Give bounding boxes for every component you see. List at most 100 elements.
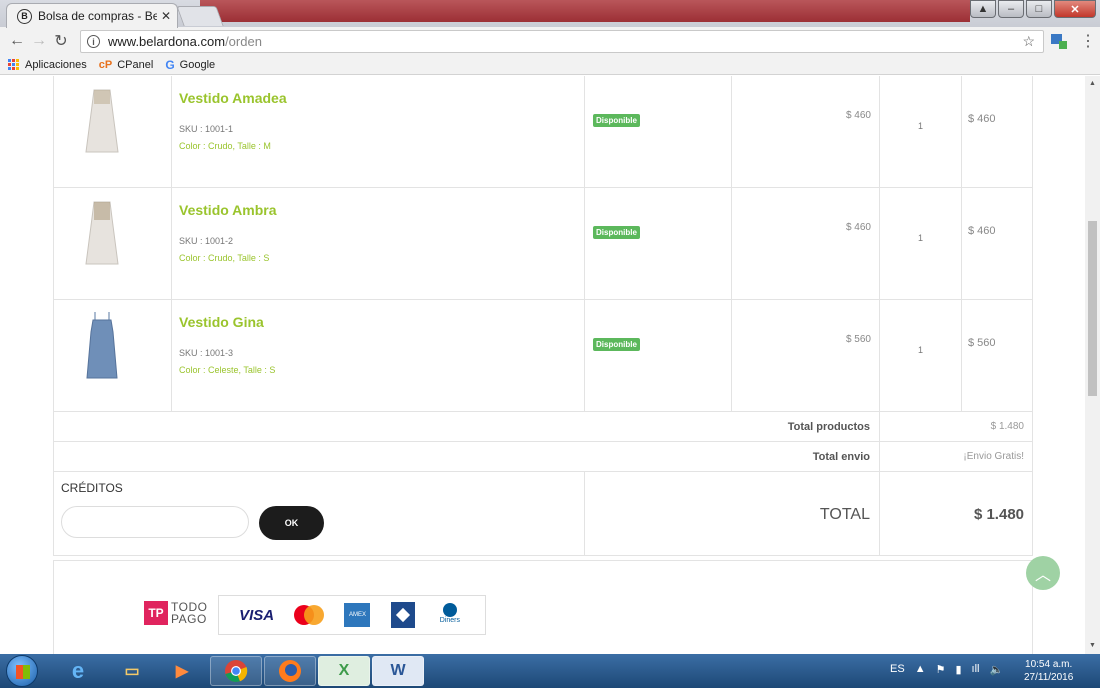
tab-bolsa-de-compras[interactable]: B Bolsa de compras - Belar ✕ — [6, 3, 178, 28]
todopago-line2: PAGO — [171, 612, 207, 626]
cpanel-icon: cP — [98, 58, 113, 71]
url-path: /orden — [225, 34, 262, 49]
product-name-link[interactable]: Vestido Ambra — [179, 202, 584, 218]
taskbar-clock[interactable]: 10:54 a.m. 27/11/2016 — [1024, 658, 1073, 684]
tray-expand-icon[interactable]: ▲ — [915, 663, 926, 676]
quantity-cell: 1 — [880, 76, 962, 187]
network-signal-icon[interactable]: ıll — [972, 663, 980, 676]
cart-item-row: Vestido Gina SKU : 1001-3 Color : Celest… — [54, 300, 1032, 412]
clock-time: 10:54 a.m. — [1025, 659, 1073, 670]
chrome-taskbar-icon[interactable] — [210, 656, 262, 686]
scroll-down-arrow-icon[interactable]: ▼ — [1089, 642, 1096, 649]
quantity-value[interactable]: 1 — [880, 121, 961, 131]
product-image-dress[interactable] — [82, 310, 122, 380]
product-image-cell — [54, 188, 172, 299]
product-sku: SKU : 1001-2 — [179, 236, 234, 246]
quantity-value[interactable]: 1 — [880, 345, 961, 355]
todopago-mark-icon: TP — [144, 601, 168, 625]
volume-icon[interactable]: 🔈 — [989, 663, 1003, 676]
media-player-icon[interactable]: ▶ — [156, 656, 208, 686]
action-center-icon[interactable]: ⚑ — [936, 663, 946, 676]
start-button[interactable] — [6, 655, 38, 687]
availability-badge: Disponible — [593, 338, 640, 351]
availability-badge: Disponible — [593, 114, 640, 127]
profile-icon[interactable]: ▲ — [970, 0, 996, 18]
product-sku: SKU : 1001-3 — [179, 348, 234, 358]
belardona-favicon-icon: B — [17, 8, 32, 24]
total-products-value: $ 1.480 — [990, 421, 1024, 432]
bookmark-apps[interactable]: Aplicaciones — [8, 58, 87, 71]
forward-arrow-icon[interactable]: → — [28, 32, 50, 50]
close-window-button[interactable]: ✕ — [1054, 0, 1096, 18]
product-image-cell — [54, 300, 172, 411]
tab-title: Bolsa de compras - Belar — [38, 9, 157, 23]
window-controls: ▲ – □ ✕ — [970, 0, 1096, 18]
scrollbar-thumb[interactable] — [1088, 221, 1097, 396]
extension-icon[interactable] — [1050, 32, 1068, 50]
minimize-button[interactable]: – — [998, 0, 1024, 18]
browser-toolbar: ← → ↻ i www.belardona.com/orden ☆ ⋮ — [0, 27, 1100, 55]
scroll-up-arrow-icon[interactable]: ▲ — [1089, 80, 1096, 87]
cart-item-row: Vestido Amadea SKU : 1001-1 Color : Crud… — [54, 76, 1032, 188]
scroll-to-top-button[interactable]: ︿ — [1026, 556, 1060, 590]
firefox-icon — [279, 660, 301, 682]
product-info-cell: Vestido Ambra SKU : 1001-2 Color : Crudo… — [172, 188, 585, 299]
new-tab-button[interactable] — [176, 6, 224, 26]
firefox-taskbar-icon[interactable] — [264, 656, 316, 686]
unit-price-cell: $ 560 — [732, 300, 880, 411]
credits-ok-button[interactable]: OK — [259, 506, 324, 540]
unit-price-cell: $ 460 — [732, 188, 880, 299]
todopago-wordmark: TODO PAGO — [171, 601, 207, 625]
bookmark-cpanel[interactable]: cP CPanel — [99, 59, 154, 71]
product-name-link[interactable]: Vestido Amadea — [179, 90, 584, 106]
quantity-value[interactable]: 1 — [880, 233, 961, 243]
word-taskbar-icon[interactable]: W — [372, 656, 424, 686]
tab-close-icon[interactable]: ✕ — [161, 9, 171, 23]
product-name-link[interactable]: Vestido Gina — [179, 314, 584, 330]
system-tray: ES ▲ ⚑ ▮ ıll 🔈 — [890, 663, 1003, 676]
excel-taskbar-icon[interactable]: X — [318, 656, 370, 686]
credits-input[interactable] — [61, 506, 249, 538]
product-info-cell: Vestido Amadea SKU : 1001-1 Color : Crud… — [172, 76, 585, 187]
site-info-icon[interactable]: i — [87, 35, 100, 48]
reload-icon[interactable]: ↻ — [50, 31, 72, 51]
page-viewport: Vestido Amadea SKU : 1001-1 Color : Crud… — [0, 76, 1085, 654]
stock-status-cell: Disponible — [585, 188, 732, 299]
cabal-logo — [390, 602, 415, 628]
maximize-button[interactable]: □ — [1026, 0, 1052, 18]
chrome-menu-icon[interactable]: ⋮ — [1080, 31, 1096, 51]
unit-price: $ 460 — [845, 110, 871, 121]
credits-title: CRÉDITOS — [61, 481, 123, 495]
language-indicator[interactable]: ES — [890, 663, 905, 676]
file-explorer-icon[interactable]: ▭ — [106, 656, 158, 686]
product-image-dress[interactable] — [82, 86, 122, 156]
product-info-cell: Vestido Gina SKU : 1001-3 Color : Celest… — [172, 300, 585, 411]
product-image-cell — [54, 76, 172, 187]
product-sku: SKU : 1001-1 — [179, 124, 234, 134]
line-subtotal: $ 560 — [968, 337, 996, 349]
back-arrow-icon[interactable]: ← — [6, 32, 28, 50]
page-scrollbar[interactable]: ▲ ▼ — [1085, 76, 1100, 654]
bookmark-star-icon[interactable]: ☆ — [1022, 33, 1035, 50]
total-shipping-label: Total envio — [812, 451, 870, 463]
subtotal-cell: $ 460 — [962, 188, 1034, 299]
windows-logo-icon — [16, 665, 30, 679]
subtotal-cell: $ 460 — [962, 76, 1034, 187]
address-bar[interactable]: i www.belardona.com/orden ☆ — [80, 30, 1044, 53]
unit-price: $ 560 — [845, 334, 871, 345]
internet-explorer-icon[interactable]: e — [52, 656, 104, 686]
unit-price: $ 460 — [845, 222, 871, 233]
bookmark-label: Google — [179, 58, 216, 71]
stock-status-cell: Disponible — [585, 300, 732, 411]
quantity-cell: 1 — [880, 300, 962, 411]
cart-item-row: Vestido Ambra SKU : 1001-2 Color : Crudo… — [54, 188, 1032, 300]
url-host: www.belardona.com — [108, 34, 226, 49]
quantity-cell: 1 — [880, 188, 962, 299]
total-products-label: Total productos — [787, 421, 870, 433]
diners-logo: Diners — [435, 603, 465, 627]
battery-icon[interactable]: ▮ — [955, 663, 961, 676]
order-total-value: $ 1.480 — [973, 506, 1024, 523]
product-image-dress[interactable] — [82, 198, 122, 268]
bookmark-google[interactable]: G Google — [165, 58, 215, 72]
apps-grid-icon — [8, 58, 20, 71]
